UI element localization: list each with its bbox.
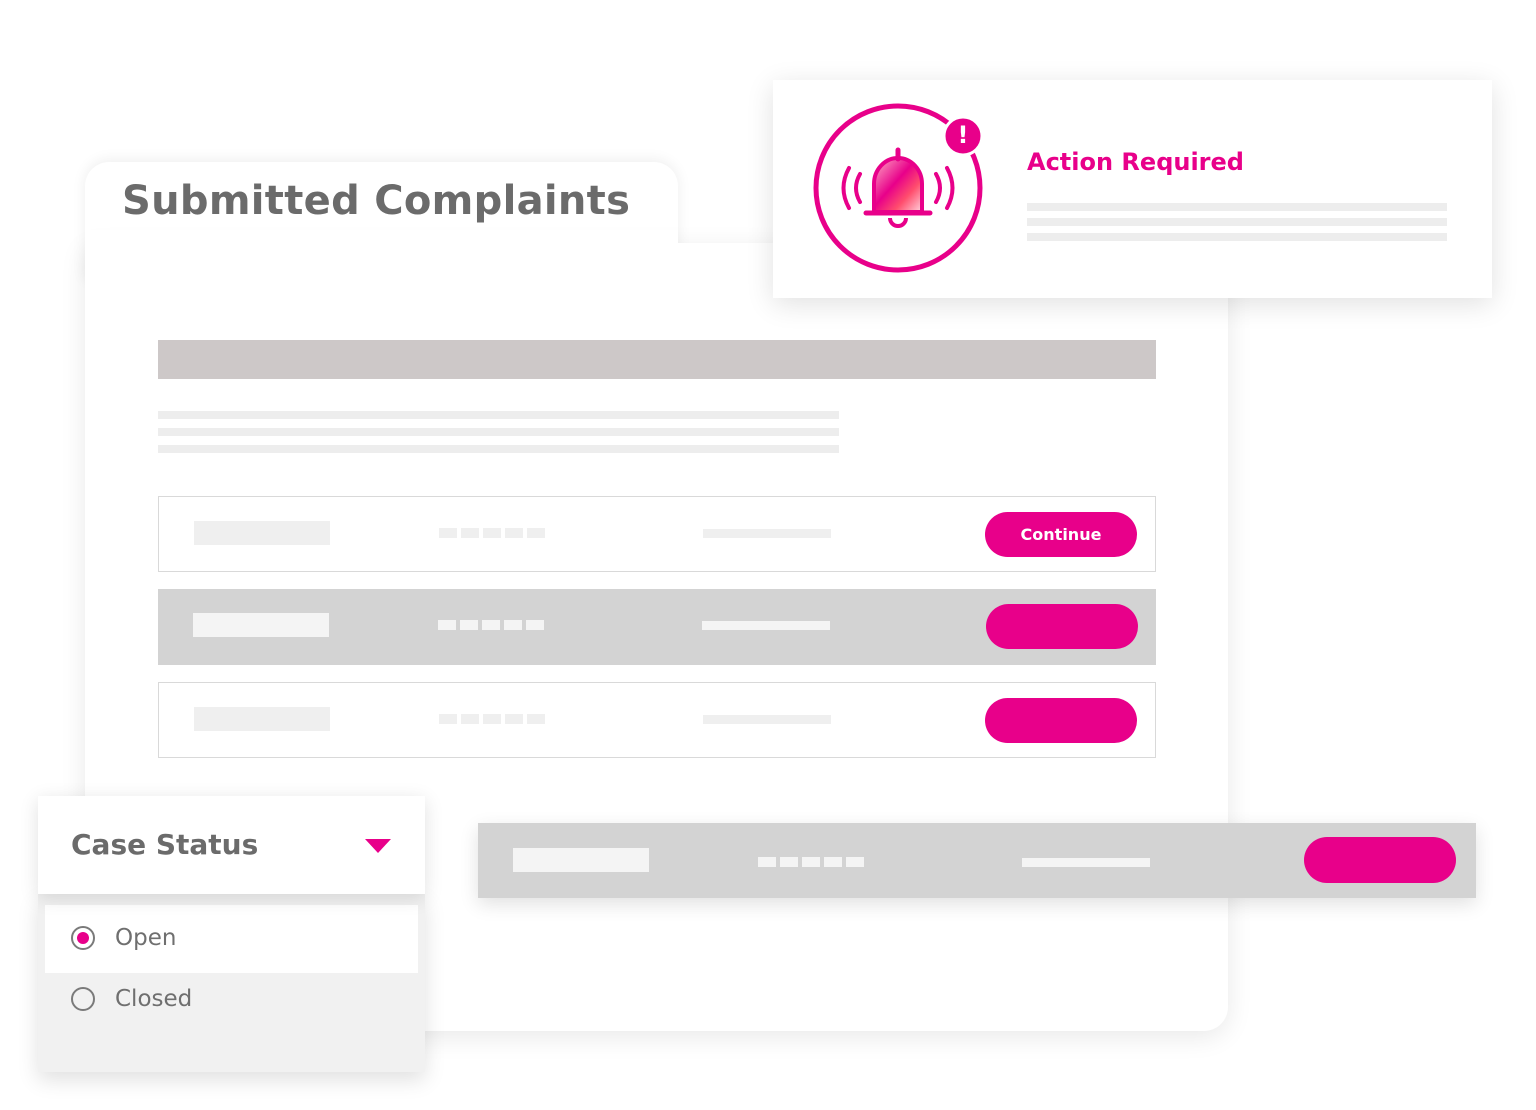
row-action-button[interactable] [985, 698, 1137, 743]
case-status-dropdown[interactable]: Case Status [38, 796, 425, 894]
cell-placeholder [513, 848, 649, 872]
cell-placeholder-dashes [439, 528, 545, 538]
radio-button[interactable] [71, 987, 95, 1011]
cell-placeholder-dashes [758, 857, 864, 867]
caret-down-icon[interactable] [365, 839, 391, 853]
case-status-menu: Open Closed [38, 894, 425, 1072]
table-row [158, 589, 1156, 665]
option-label: Closed [115, 986, 193, 1012]
cell-placeholder-line [1022, 858, 1150, 867]
notification-line [1027, 233, 1447, 241]
option-label: Open [115, 925, 177, 951]
cell-placeholder-line [702, 621, 830, 630]
table-row: Continue [158, 496, 1156, 572]
notification-line [1027, 203, 1447, 211]
status-option-open[interactable]: Open [45, 905, 418, 973]
row-action-button[interactable] [986, 604, 1138, 649]
action-required-card[interactable]: ! Action Required [773, 80, 1492, 298]
table-row [158, 682, 1156, 758]
row-action-button[interactable] [1304, 837, 1456, 883]
floating-table-row [478, 823, 1476, 898]
cell-placeholder [193, 613, 329, 637]
cell-placeholder [194, 521, 330, 545]
description-line [158, 445, 839, 453]
description-line [158, 411, 839, 419]
radio-button-checked[interactable] [71, 926, 95, 950]
status-option-closed[interactable]: Closed [45, 966, 418, 1034]
description-line [158, 428, 839, 436]
cell-placeholder-dashes [439, 714, 545, 724]
table-header-bar [158, 340, 1156, 379]
notification-line [1027, 218, 1447, 226]
cell-placeholder [194, 707, 330, 731]
continue-button[interactable]: Continue [985, 512, 1137, 557]
page-title: Submitted Complaints [122, 178, 631, 224]
notification-title: Action Required [1027, 148, 1244, 176]
cell-placeholder-line [703, 715, 831, 724]
stage: Submitted Complaints Continue ! Action R… [0, 0, 1536, 1110]
cell-placeholder-line [703, 529, 831, 538]
dropdown-label: Case Status [71, 828, 259, 861]
cell-placeholder-dashes [438, 620, 544, 630]
alarm-bell-icon: ! [812, 102, 992, 282]
exclamation-icon: ! [957, 121, 969, 149]
